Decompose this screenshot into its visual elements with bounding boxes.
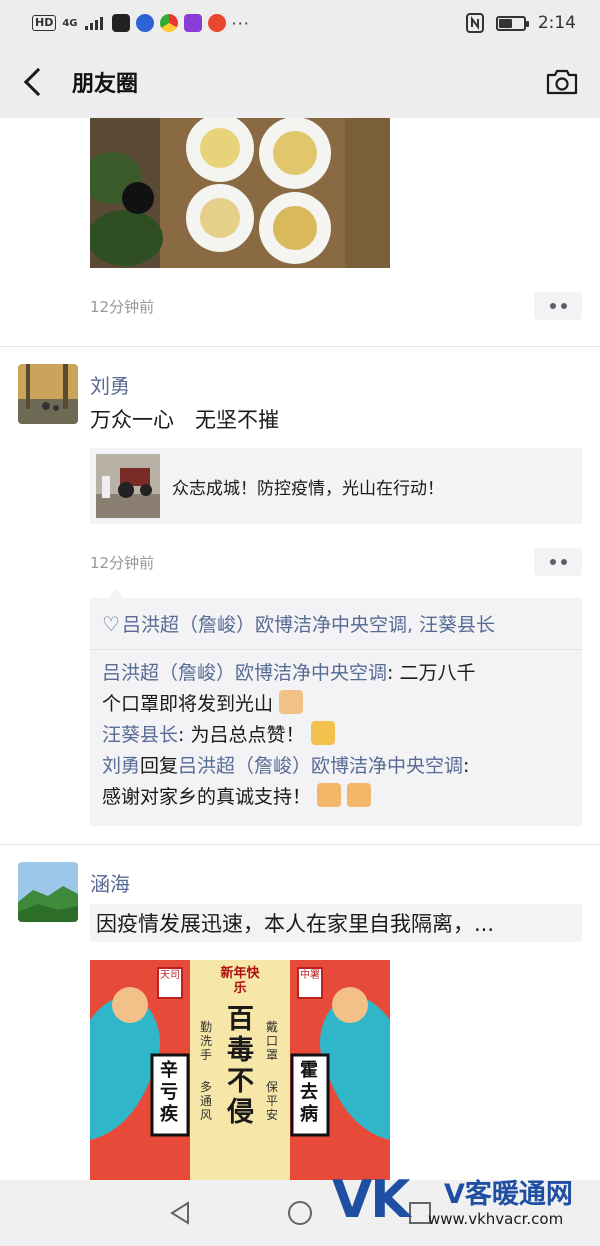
comment-text: 个口罩即将发到光山 bbox=[102, 693, 274, 715]
post-text[interactable]: 因疫情发展迅速，本人在家里自我隔离，... bbox=[90, 904, 582, 942]
avatar[interactable] bbox=[18, 862, 78, 922]
reply-to-user[interactable]: 吕洪超（詹峻）欧博洁净中央空调 bbox=[178, 755, 463, 777]
flexed-biceps-emoji-icon bbox=[279, 690, 304, 714]
post-text: 万众一心 无坚不摧 bbox=[90, 408, 279, 432]
app-icon-c bbox=[111, 14, 130, 32]
poster-small-text: 戴口罩 bbox=[266, 1020, 279, 1062]
comment-item[interactable]: 汪葵县长: 为吕总点赞！ bbox=[90, 720, 582, 751]
nfc-icon bbox=[465, 13, 484, 33]
heart-icon: ♡ bbox=[102, 611, 120, 636]
post-divider bbox=[0, 844, 600, 845]
network-badge: 4G bbox=[62, 17, 78, 29]
post-photo-food[interactable] bbox=[90, 118, 390, 268]
post-divider bbox=[0, 346, 600, 347]
home-circle-icon[interactable] bbox=[286, 1199, 314, 1227]
post-author[interactable]: 刘勇 bbox=[90, 370, 130, 399]
comment-item[interactable]: 刘勇回复吕洪超（詹峻）欧博洁净中央空调: 感谢对家乡的真诚支持！ bbox=[90, 751, 582, 813]
comment-text: 感谢对家乡的真诚支持！ bbox=[102, 786, 312, 808]
likes-comments-box: ♡ 吕洪超（詹峻）欧博洁净中央空调, 汪葵县长 吕洪超（詹峻）欧博洁净中央空调:… bbox=[90, 588, 582, 826]
comment-menu-button[interactable] bbox=[534, 292, 582, 320]
link-title: 众志成城！防控疫情，光山在行动！ bbox=[172, 478, 444, 499]
back-arrow-icon[interactable] bbox=[23, 67, 53, 97]
comment-item[interactable]: 吕洪超（詹峻）欧博洁净中央空调: 二万八千 个口罩即将发到光山 bbox=[90, 650, 582, 720]
signal-icon bbox=[84, 17, 103, 30]
battery-icon bbox=[495, 15, 529, 31]
top-nav-bar: 朋友圈 bbox=[0, 46, 600, 118]
poster-main-text: 百毒不侵 bbox=[227, 1004, 254, 1128]
more-dots-icon: ··· bbox=[231, 13, 250, 33]
poster-small-text: 保平安 bbox=[266, 1080, 279, 1122]
folded-hands-emoji-icon bbox=[347, 783, 372, 807]
post-author[interactable]: 涵海 bbox=[90, 868, 130, 897]
post-time: 12分钟前 bbox=[90, 298, 155, 316]
shared-link-card[interactable]: 众志成城！防控疫情，光山在行动！ bbox=[90, 448, 582, 524]
poster-title: 新年快乐 bbox=[220, 966, 260, 996]
poster-tag: 中署 bbox=[300, 970, 320, 981]
comment-user[interactable]: 汪葵县长 bbox=[102, 724, 178, 746]
comment-user[interactable]: 刘勇 bbox=[102, 755, 140, 777]
video-icon bbox=[183, 14, 202, 32]
avatar[interactable] bbox=[18, 364, 78, 424]
site-watermark: VK V客暖通网 www.vkhvacr.com bbox=[332, 1170, 600, 1242]
watermark-url: www.vkhvacr.com bbox=[428, 1210, 564, 1228]
folded-hands-emoji-icon bbox=[317, 783, 342, 807]
clock: 2:14 bbox=[537, 13, 576, 33]
back-triangle-icon[interactable] bbox=[166, 1199, 194, 1227]
comment-text: 二万八千 bbox=[399, 662, 476, 684]
link-thumbnail bbox=[96, 454, 160, 518]
thumbs-up-emoji-icon bbox=[310, 721, 335, 745]
poster-small-text: 勤洗手 bbox=[200, 1020, 213, 1062]
likes-list[interactable]: 吕洪超（詹峻）欧博洁净中央空调, 汪葵县长 bbox=[122, 610, 495, 637]
post-time: 12分钟前 bbox=[90, 554, 155, 572]
poster-left-banner: 辛亏疾 bbox=[160, 1060, 178, 1125]
watermark-name: V客暖通网 bbox=[444, 1179, 573, 1210]
page-title: 朋友圈 bbox=[72, 72, 139, 97]
poster-right-banner: 霍去病 bbox=[300, 1060, 318, 1125]
moments-feed[interactable]: 12分钟前 刘勇 万众一心 无坚不摧 众志成城！防控疫情，光山在行动！ 12分钟… bbox=[0, 118, 600, 1180]
chrome-icon bbox=[159, 14, 178, 32]
poster-small-text: 多通风 bbox=[200, 1080, 213, 1122]
likes-row: ♡ 吕洪超（詹峻）欧博洁净中央空调, 汪葵县长 bbox=[90, 598, 582, 650]
comment-user[interactable]: 吕洪超（詹峻）欧博洁净中央空调 bbox=[102, 662, 387, 684]
watermark-logo: VK bbox=[332, 1170, 411, 1230]
hd-badge: HD bbox=[32, 15, 57, 31]
comment-menu-button[interactable] bbox=[534, 548, 582, 576]
weibo-icon bbox=[207, 14, 226, 32]
baidu-icon bbox=[135, 14, 154, 32]
post-photo-poster[interactable]: 新年快乐 百毒不侵 辛亏疾 霍去病 勤洗手 多通风 戴口罩 保平安 天司 中署 bbox=[90, 960, 390, 1180]
status-bar: HD 4G ··· 2:14 bbox=[0, 0, 600, 46]
poster-tag: 天司 bbox=[160, 970, 180, 981]
camera-icon[interactable] bbox=[546, 69, 578, 95]
comment-text: 为吕总点赞！ bbox=[190, 724, 305, 746]
